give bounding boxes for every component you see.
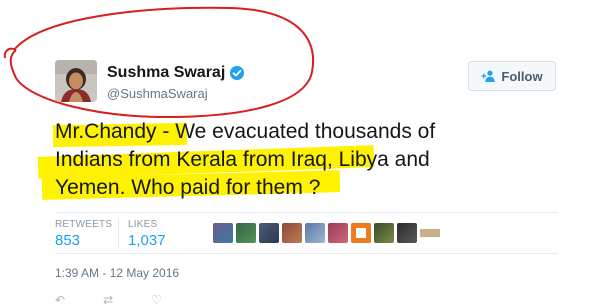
- liker-avatar[interactable]: [397, 223, 417, 243]
- heart-icon[interactable]: ♡: [151, 293, 162, 307]
- follow-label: Follow: [501, 68, 543, 84]
- author-name-row[interactable]: Sushma Swaraj: [107, 63, 245, 83]
- author-name[interactable]: Sushma Swaraj: [107, 64, 225, 82]
- retweets-count[interactable]: 853: [55, 232, 80, 249]
- liker-avatar[interactable]: [213, 223, 233, 243]
- follow-button[interactable]: Follow: [468, 61, 556, 91]
- likes-label: LIKES: [128, 219, 158, 230]
- avatar[interactable]: [55, 60, 97, 102]
- author-handle[interactable]: @SushmaSwaraj: [107, 86, 208, 101]
- tweet-timestamp[interactable]: 1:39 AM - 12 May 2016: [55, 266, 179, 280]
- tweet-text-line-3: Yemen. Who paid for them ?: [55, 176, 321, 199]
- liker-avatar[interactable]: [420, 223, 440, 243]
- tweet-text-line-2: Indians from Kerala from Iraq, Libya and: [55, 148, 430, 171]
- stats-separator: [118, 218, 119, 248]
- tweet-actions: ↶ ⇄ ♡: [55, 293, 200, 307]
- liker-avatar[interactable]: [305, 223, 325, 243]
- retweets-label: RETWEETS: [55, 219, 113, 230]
- liker-avatar[interactable]: [282, 223, 302, 243]
- retweet-icon[interactable]: ⇄: [103, 293, 113, 307]
- liker-avatar[interactable]: [259, 223, 279, 243]
- liker-avatar[interactable]: [328, 223, 348, 243]
- stats-top-divider: [55, 212, 558, 213]
- liker-avatar[interactable]: [351, 223, 371, 243]
- liker-avatars: [213, 223, 443, 243]
- verified-badge-icon: [230, 66, 245, 80]
- liker-avatar[interactable]: [374, 223, 394, 243]
- likes-count[interactable]: 1,037: [128, 232, 166, 249]
- stats-bottom-divider: [55, 253, 558, 254]
- reply-icon[interactable]: ↶: [55, 293, 65, 307]
- add-user-icon: [481, 70, 496, 82]
- tweet-text-line-1: Mr.Chandy - We evacuated thousands of: [55, 120, 436, 143]
- liker-avatar[interactable]: [236, 223, 256, 243]
